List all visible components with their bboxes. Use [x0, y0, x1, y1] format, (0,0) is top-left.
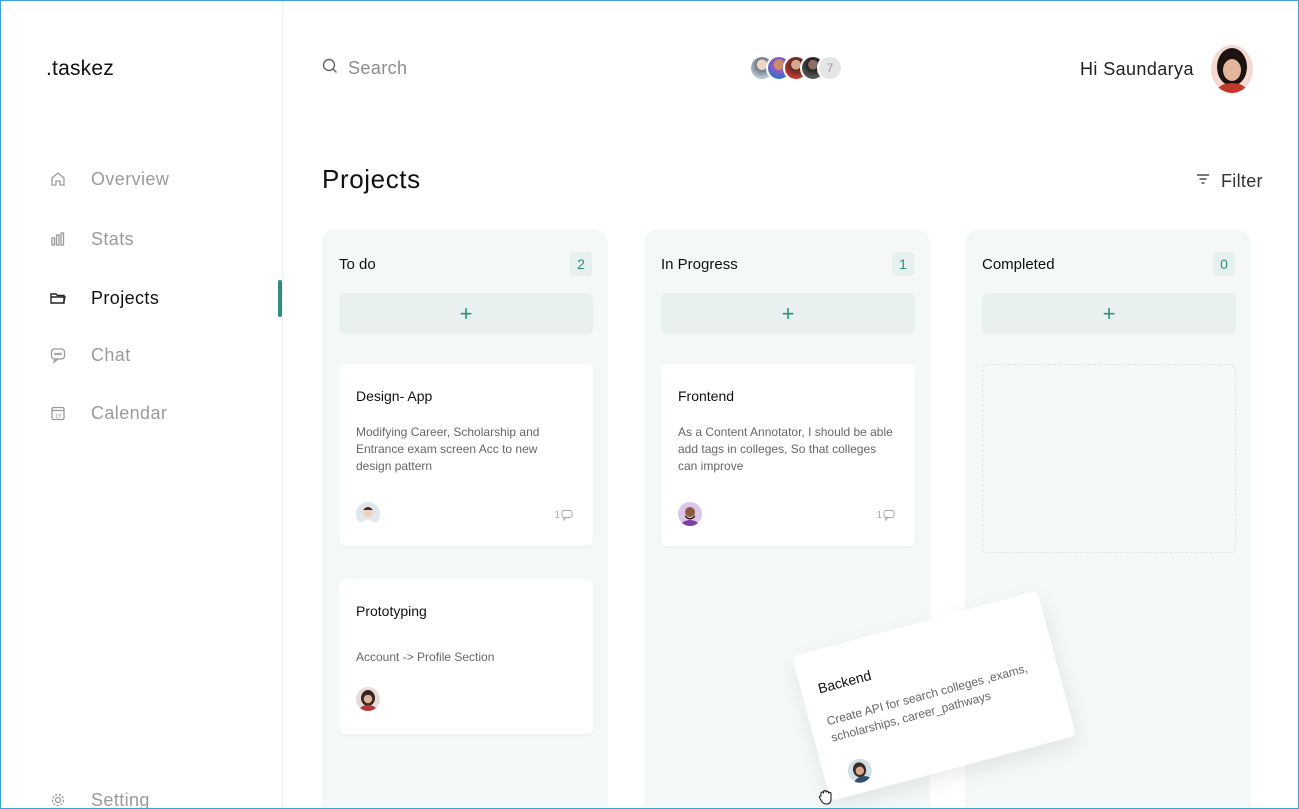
app-window: .taskez Overview Stats Projects Chat 19 …: [0, 0, 1299, 809]
home-icon: [49, 170, 67, 188]
sidebar-item-projects[interactable]: Projects: [49, 283, 159, 313]
comment-count-value: 1: [554, 509, 560, 521]
filter-icon: [1195, 171, 1211, 192]
task-card-frontend[interactable]: Frontend As a Content Annotator, I shoul…: [661, 364, 915, 546]
task-card-design-app[interactable]: Design- App Modifying Career, Scholarshi…: [339, 364, 593, 546]
filter-button[interactable]: Filter: [1185, 171, 1263, 192]
folder-icon: [49, 289, 67, 307]
task-card-prototyping[interactable]: Prototyping Account -> Profile Section: [339, 579, 593, 734]
sidebar-item-chat[interactable]: Chat: [49, 340, 131, 370]
add-task-button[interactable]: +: [982, 293, 1236, 334]
sidebar-item-label: Calendar: [91, 402, 168, 423]
sidebar-item-stats[interactable]: Stats: [49, 224, 134, 254]
svg-text:19: 19: [55, 414, 61, 420]
gear-icon: [49, 791, 67, 808]
team-more-count[interactable]: 7: [817, 55, 843, 81]
avatar[interactable]: [1211, 45, 1253, 93]
chat-icon: [49, 346, 67, 364]
sidebar: .taskez Overview Stats Projects Chat 19 …: [1, 1, 283, 809]
column-count-badge: 2: [570, 252, 592, 276]
sidebar-item-overview[interactable]: Overview: [49, 164, 169, 194]
search-icon: [321, 57, 339, 80]
add-task-button[interactable]: +: [339, 293, 593, 334]
team-avatars[interactable]: 7: [749, 55, 843, 83]
comment-icon: [883, 510, 895, 521]
page-title: Projects: [322, 164, 421, 194]
card-title: Frontend: [678, 388, 735, 404]
column-count-badge: 0: [1213, 252, 1235, 276]
assignee-avatar[interactable]: [845, 756, 875, 786]
sidebar-item-label: Projects: [91, 287, 160, 308]
card-title: Prototyping: [356, 603, 427, 619]
comment-icon: [561, 510, 573, 521]
card-title: Backend: [816, 666, 873, 697]
assignee-avatar[interactable]: [356, 502, 380, 526]
assignee-avatar[interactable]: [678, 502, 702, 526]
column-count-badge: 1: [892, 252, 914, 276]
card-description: Account -> Profile Section: [356, 650, 495, 664]
sidebar-item-label: Setting: [91, 789, 150, 809]
comment-count-value: 1: [876, 509, 882, 521]
user-greeting: Hi Saundarya: [1080, 59, 1194, 79]
sidebar-item-setting[interactable]: Setting: [49, 785, 150, 809]
calendar-icon: 19: [49, 404, 67, 422]
search-bar: [321, 57, 548, 80]
drop-zone[interactable]: [982, 364, 1236, 553]
card-description: As a Content Annotator, I should be able…: [678, 425, 893, 473]
card-description: Modifying Career, Scholarship and Entran…: [356, 425, 540, 473]
search-input[interactable]: [348, 58, 548, 79]
comment-count[interactable]: 1: [554, 509, 573, 521]
active-indicator: [278, 280, 282, 317]
comment-count[interactable]: 1: [876, 509, 895, 521]
column-todo: To do 2 + Design- App Modifying Career, …: [322, 229, 608, 808]
column-title: To do: [339, 256, 376, 273]
sidebar-item-label: Chat: [91, 344, 131, 365]
sidebar-item-label: Stats: [91, 228, 135, 249]
grab-cursor-icon: [816, 787, 836, 807]
sidebar-item-calendar[interactable]: 19 Calendar: [49, 398, 167, 428]
filter-label: Filter: [1221, 171, 1263, 191]
stats-icon: [49, 230, 67, 248]
app-logo[interactable]: .taskez: [46, 57, 114, 81]
assignee-avatar[interactable]: [356, 687, 380, 711]
column-title: In Progress: [661, 256, 738, 273]
add-task-button[interactable]: +: [661, 293, 915, 334]
card-title: Design- App: [356, 388, 433, 404]
column-title: Completed: [982, 256, 1055, 273]
sidebar-item-label: Overview: [91, 168, 170, 189]
